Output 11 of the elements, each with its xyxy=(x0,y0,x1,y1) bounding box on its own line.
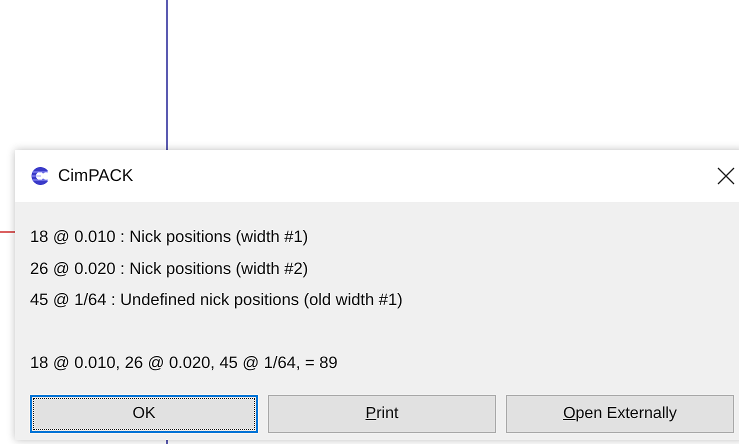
logo-icon xyxy=(29,165,51,187)
close-icon[interactable] xyxy=(717,167,735,185)
dialog-button[interactable]: OK xyxy=(30,395,258,433)
dialog-button[interactable]: Print xyxy=(268,395,496,433)
message-line: 45 @ 1/64 : Undefined nick positions (old width #1) xyxy=(30,290,404,311)
window-title: CimPACK xyxy=(58,166,134,186)
dialog-button[interactable]: Open Externally xyxy=(506,395,734,433)
horizontal-line xyxy=(0,231,15,233)
message-line: 26 @ 0.020 : Nick positions (width #2) xyxy=(30,258,310,280)
message-line: 18 @ 0.010 : Nick positions (width #1) xyxy=(30,227,310,248)
summary-line: 18 @ 0.010, 26 @ 0.020, 45 @ 1/64, = 89 xyxy=(30,352,339,374)
